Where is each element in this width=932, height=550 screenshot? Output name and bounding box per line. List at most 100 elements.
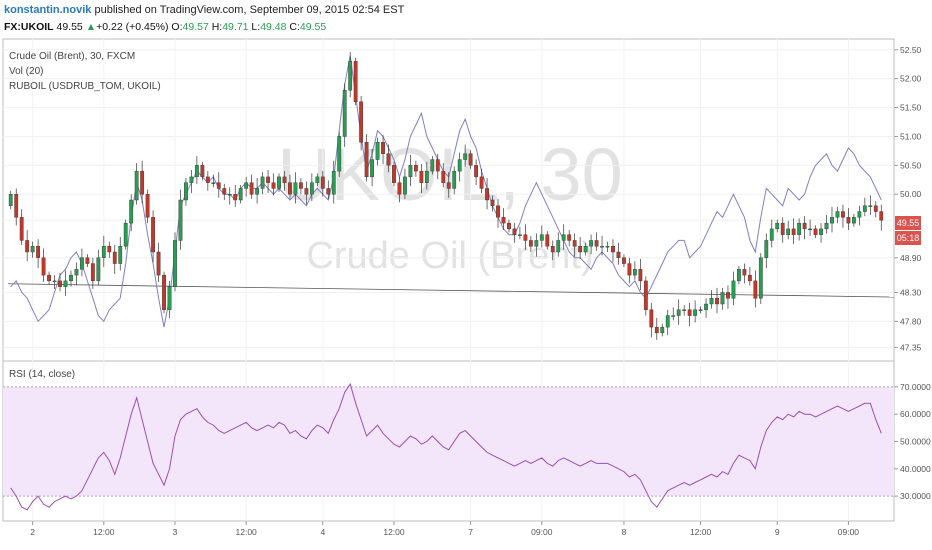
candle-body <box>496 205 500 218</box>
candle-body <box>326 188 331 195</box>
price-tick-label: 48.90 <box>900 253 922 263</box>
candle-body <box>802 222 807 230</box>
candle-body <box>118 246 123 264</box>
author-link[interactable]: konstantin.novik <box>4 4 91 16</box>
candle-body <box>830 217 834 224</box>
watermark-symbol: UKOIL, 30 <box>277 133 623 216</box>
candle-body <box>14 194 19 218</box>
rsi-axis[interactable]: 70.0000 60.0000 50.0000 40.0000 30.0000 <box>894 382 931 501</box>
candle-body <box>413 165 418 172</box>
price-tick-label: 51.50 <box>900 103 922 113</box>
candle-body <box>879 211 884 221</box>
price-tick-label: 52.00 <box>900 74 922 84</box>
candle-body <box>244 182 249 189</box>
publish-line: konstantin.novik published on TradingVie… <box>4 4 404 16</box>
rsi-band <box>3 386 894 497</box>
candle-body <box>452 170 457 189</box>
candle-body <box>764 240 769 258</box>
candle-body <box>430 159 435 172</box>
rsi-tick-label: 40.0000 <box>900 464 931 474</box>
candle-body <box>753 280 758 299</box>
candle-body <box>605 246 610 248</box>
candle-body <box>583 246 588 253</box>
candle-body <box>441 170 446 183</box>
watermark: UKOIL, 30 Crude Oil (Brent) <box>277 133 623 277</box>
candle-body <box>200 165 205 178</box>
legend-ruboil[interactable]: RUBOIL (USDRUB_TOM, UKOIL) <box>9 81 161 92</box>
open-value: 49.57 <box>182 21 209 33</box>
candle-body <box>162 274 166 310</box>
price-tick-label: 50.00 <box>900 189 922 199</box>
candle-body <box>408 165 413 178</box>
candle-body <box>96 257 101 282</box>
candle-body <box>233 194 238 201</box>
candle-body <box>600 246 604 248</box>
candle-body <box>561 234 566 241</box>
published-text: published on TradingView.com, September … <box>91 4 405 16</box>
price-tick-label: 50.50 <box>900 160 922 170</box>
candle-body <box>173 240 177 287</box>
candle-body <box>112 251 117 264</box>
candle-body <box>309 182 314 195</box>
legend-vol[interactable]: Vol (20) <box>9 66 43 77</box>
time-tick-label: 09:00 <box>838 527 860 537</box>
candle-body <box>101 246 106 258</box>
candle-body <box>134 170 139 201</box>
candle-body <box>8 194 13 206</box>
candle-body <box>63 280 68 287</box>
time-axis[interactable]: 2 12:00 3 12:00 4 12:00 7 09:00 8 12:00 9 09:00 <box>30 521 859 537</box>
candle-body <box>676 309 681 316</box>
symbol-name[interactable]: FX:UKOIL <box>4 21 54 33</box>
candle-body <box>693 309 698 316</box>
candle-body <box>85 257 90 264</box>
price-badge-text: 49.55 <box>897 218 920 228</box>
legend-rsi[interactable]: RSI (14, close) <box>9 369 75 380</box>
price-tick-label: 47.80 <box>900 316 922 326</box>
candle-body <box>211 182 216 184</box>
candle-body <box>791 228 796 235</box>
chart-area[interactable]: UKOIL, 30 Crude Oil (Brent) 52.50 52.00 51… <box>0 38 932 550</box>
time-tick-label: 4 <box>320 527 325 537</box>
candle-body <box>359 101 364 143</box>
candle-body <box>507 222 511 230</box>
last-price: 49.55 <box>56 21 83 33</box>
time-tick-label: 7 <box>468 527 473 537</box>
candle-body <box>189 176 194 183</box>
candle-body <box>58 280 62 287</box>
candle-body <box>30 246 35 253</box>
candle-body <box>315 176 320 183</box>
time-tick-label: 8 <box>622 527 627 537</box>
candle-body <box>758 257 763 299</box>
candle-body <box>41 257 46 276</box>
candle-body <box>25 240 30 253</box>
close-value: 49.55 <box>299 21 327 33</box>
candle-body <box>528 240 533 247</box>
candle <box>758 253 763 304</box>
price-tick-label: 48.30 <box>900 287 922 297</box>
candle-body <box>649 309 654 328</box>
price-tick-label: 47.35 <box>900 342 922 352</box>
candle-body <box>80 257 84 270</box>
candle-body <box>715 298 719 305</box>
candle-body <box>512 228 517 235</box>
legend-main[interactable]: Crude Oil (Brent), 30, FXCM <box>9 51 135 62</box>
rsi-tick-label: 60.0000 <box>900 409 931 419</box>
candle-body <box>299 182 303 189</box>
candle-body <box>364 142 369 178</box>
candle-body <box>342 90 347 137</box>
candle-body <box>381 142 385 154</box>
candle-body <box>786 228 791 235</box>
candle <box>392 161 396 187</box>
time-tick-label: 2 <box>30 527 35 537</box>
open-label: O: <box>171 21 183 33</box>
candle-body <box>682 309 687 311</box>
candle-body <box>463 153 468 160</box>
candle-body <box>249 182 254 195</box>
price-axis[interactable]: 52.50 52.00 51.50 51.00 50.50 50.00 48.90 48.30… <box>894 45 922 353</box>
candle-body <box>660 326 665 334</box>
candle-body <box>107 246 112 253</box>
candle-body <box>665 315 670 328</box>
candle-body <box>392 165 396 183</box>
candle-body <box>846 217 851 224</box>
candle-body <box>572 240 577 247</box>
